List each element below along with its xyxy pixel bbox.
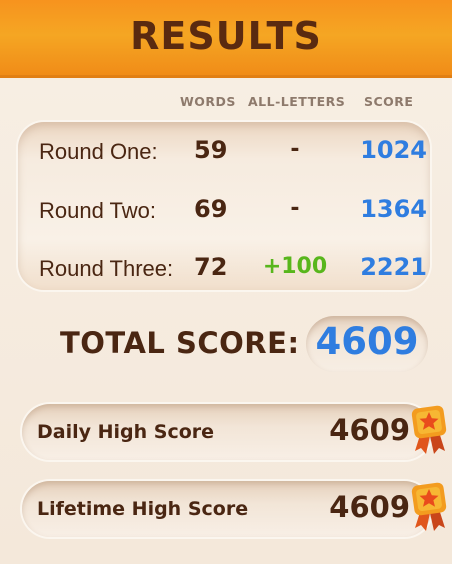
round-two-words: 69 [194,195,228,223]
column-header-words: WORDS [180,94,236,109]
round-one-all-letters: - [290,137,300,162]
round-two-score: 1364 [360,195,427,223]
column-header-score: SCORE [364,94,414,109]
star-medal-icon [411,482,447,531]
round-two-label: Round Two: [39,198,157,223]
star-medal-icon [411,405,447,454]
daily-high-score-label: Daily High Score [37,421,215,443]
round-three-words: 72 [194,253,228,281]
round-one-label: Round One: [39,139,158,164]
page-title: RESULTS [130,14,322,58]
round-three-score: 2221 [360,253,427,281]
lifetime-high-score-value: 4609 [329,490,410,524]
round-two-all-letters: - [290,196,300,221]
round-three-label: Round Three: [39,256,174,281]
round-three-all-letters: +100 [262,254,328,279]
results-header: RESULTS [0,0,452,78]
lifetime-high-score-label: Lifetime High Score [37,498,249,520]
daily-high-score-value: 4609 [329,413,410,447]
round-one-words: 59 [194,136,228,164]
total-score-value: 4609 [315,320,419,363]
column-header-all-letters: ALL-LETTERS [248,94,346,109]
total-score-label: TOTAL SCORE: [60,326,300,360]
round-one-score: 1024 [360,136,427,164]
